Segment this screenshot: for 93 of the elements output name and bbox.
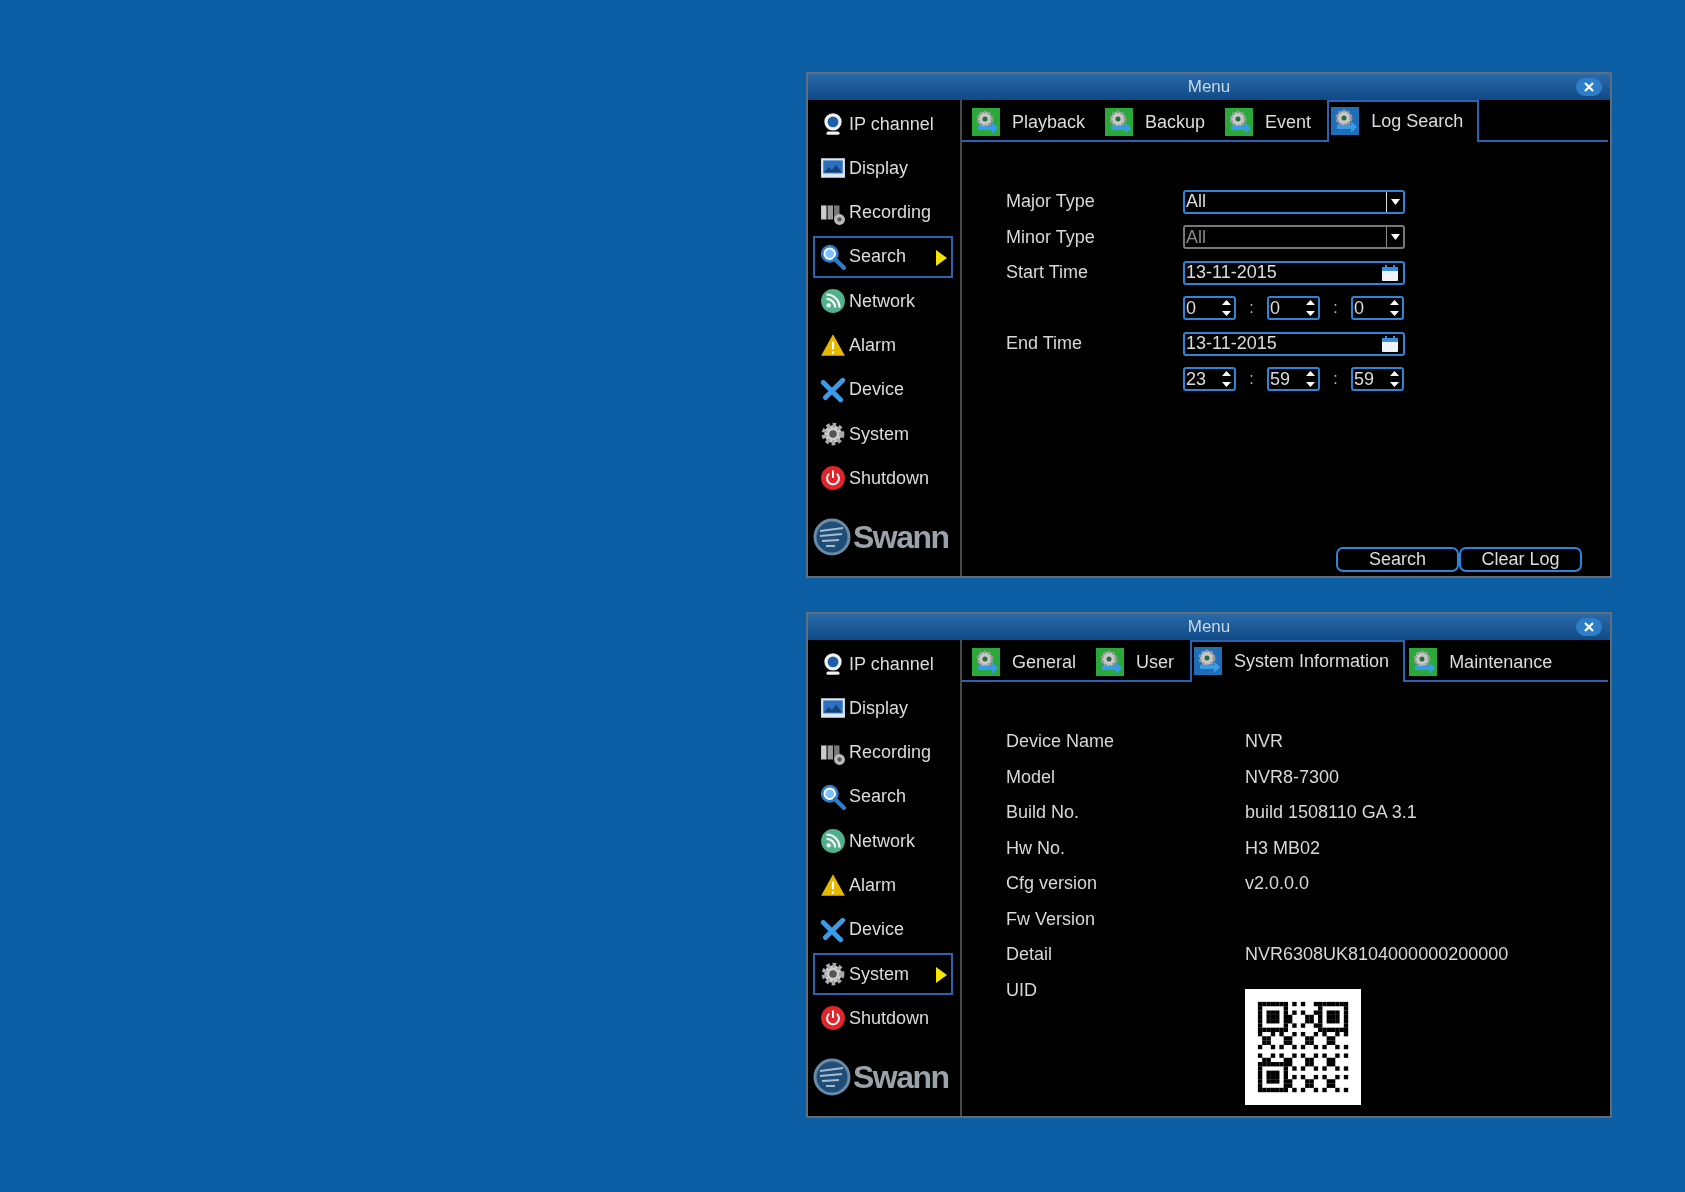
time-separator: : — [1248, 370, 1255, 389]
spin-arrows-icon[interactable] — [1306, 371, 1315, 388]
logo-icon — [813, 1058, 851, 1096]
tab[interactable]: Playback — [968, 100, 1102, 142]
sidebar-item[interactable]: Search — [813, 235, 953, 278]
info-label: Model — [1006, 766, 1057, 788]
info-label: Detail — [1006, 944, 1054, 966]
close-button[interactable] — [1576, 78, 1602, 96]
power-icon — [820, 1005, 846, 1032]
sidebar-item[interactable]: Network — [813, 820, 953, 863]
close-button[interactable] — [1576, 618, 1602, 636]
info-label: Hw No. — [1006, 837, 1066, 859]
tab[interactable]: System Information — [1190, 640, 1406, 682]
sidebar-item[interactable]: Recording — [813, 731, 953, 774]
rss-icon — [820, 288, 846, 315]
action-button[interactable]: Search — [1336, 547, 1459, 572]
logo-text: Swann — [853, 518, 949, 556]
field-label: Minor Type — [1006, 226, 1096, 248]
spin-field[interactable]: 59 — [1267, 367, 1320, 392]
search-icon — [820, 783, 846, 810]
spin-field[interactable]: 0 — [1183, 296, 1236, 321]
time-separator: : — [1248, 299, 1255, 318]
pointer-arrow-icon — [936, 249, 947, 266]
close-icon — [1584, 82, 1594, 92]
tools-icon — [820, 916, 846, 943]
dropdown[interactable]: All — [1183, 189, 1405, 214]
info-value: H3 MB02 — [1245, 837, 1321, 859]
info-label: Cfg version — [1006, 873, 1099, 895]
caret-icon — [1390, 198, 1400, 205]
spin-arrows-icon[interactable] — [1390, 371, 1399, 388]
sidebar-item[interactable]: Device — [813, 368, 953, 411]
sidebar-item[interactable]: Shutdown — [813, 997, 953, 1040]
logo-text: Swann — [853, 1058, 949, 1096]
tab[interactable]: User — [1092, 640, 1191, 682]
tab[interactable]: Event — [1221, 100, 1328, 142]
sidebar-item[interactable]: IP channel — [813, 643, 953, 685]
spin-arrows-icon[interactable] — [1390, 300, 1399, 317]
tools-icon — [820, 376, 846, 403]
field-label: End Time — [1006, 333, 1084, 355]
sidebar-item[interactable]: Display — [813, 147, 953, 190]
date-field[interactable]: 13-11-2015 — [1183, 260, 1405, 285]
sidebar-item[interactable]: System — [813, 413, 953, 456]
close-icon — [1584, 622, 1594, 632]
sidebar-item[interactable]: System — [813, 953, 953, 996]
info-label: Fw Version — [1006, 908, 1097, 930]
date-field[interactable]: 13-11-2015 — [1183, 331, 1405, 356]
time-separator: : — [1332, 370, 1339, 389]
sidebar-item[interactable]: Alarm — [813, 324, 953, 367]
spin-arrows-icon[interactable] — [1306, 300, 1315, 317]
info-value: build 1508110 GA 3.1 — [1245, 802, 1417, 824]
sidebar-item[interactable]: Network — [813, 280, 953, 323]
warning-icon — [820, 332, 846, 359]
tab[interactable]: Maintenance — [1405, 640, 1569, 682]
window-title: Menu — [1187, 617, 1231, 637]
sidebar-item[interactable]: Alarm — [813, 864, 953, 907]
caret-icon — [1390, 234, 1400, 241]
window-title: Menu — [1187, 77, 1231, 97]
info-label: Build No. — [1006, 802, 1081, 824]
info-label: Device Name — [1006, 731, 1116, 753]
tab[interactable]: General — [968, 640, 1093, 682]
info-value: v2.0.0.0 — [1245, 873, 1310, 895]
sidebar-item[interactable]: Display — [813, 687, 953, 730]
power-icon — [820, 465, 846, 492]
spin-field[interactable]: 0 — [1267, 296, 1320, 321]
tab[interactable]: Backup — [1101, 100, 1222, 142]
field-label: Start Time — [1006, 262, 1090, 284]
rss-icon — [820, 828, 846, 855]
logo-icon — [813, 518, 851, 556]
gear-icon — [820, 961, 846, 988]
spin-arrows-icon[interactable] — [1222, 300, 1231, 317]
warning-icon — [820, 872, 846, 899]
gear-icon — [820, 421, 846, 448]
spin-arrows-icon[interactable] — [1222, 371, 1231, 388]
sidebar-item[interactable]: Shutdown — [813, 457, 953, 500]
sidebar-item[interactable]: Recording — [813, 191, 953, 234]
info-value: NVR6308UK8104000000200000 — [1245, 944, 1509, 966]
info-value: NVR — [1245, 731, 1283, 753]
tab[interactable]: Log Search — [1327, 100, 1480, 142]
calendar-icon[interactable] — [1382, 264, 1398, 281]
sidebar-item[interactable]: Device — [813, 908, 953, 951]
spin-field[interactable]: 59 — [1351, 367, 1404, 392]
spin-field[interactable]: 23 — [1183, 367, 1236, 392]
pointer-arrow-icon — [936, 967, 947, 984]
sidebar-item[interactable]: IP channel — [813, 103, 953, 145]
sidebar-item[interactable]: Search — [813, 775, 953, 818]
info-value: NVR8-7300 — [1245, 766, 1340, 788]
field-label: Major Type — [1006, 191, 1096, 213]
search-icon — [820, 243, 846, 270]
time-separator: : — [1332, 299, 1339, 318]
spin-field[interactable]: 0 — [1351, 296, 1404, 321]
action-button[interactable]: Clear Log — [1459, 547, 1582, 572]
info-label: UID — [1006, 979, 1038, 1001]
calendar-icon[interactable] — [1382, 335, 1398, 352]
